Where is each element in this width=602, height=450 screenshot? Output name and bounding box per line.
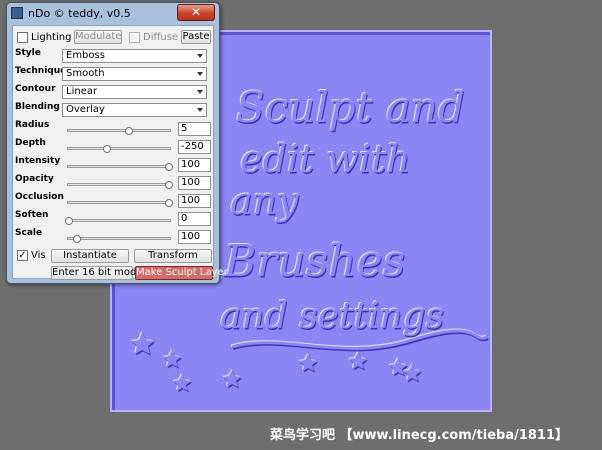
intensity-label: Intensity xyxy=(15,156,61,166)
soften-slider-thumb[interactable] xyxy=(65,217,73,225)
opacity-slider-track[interactable] xyxy=(67,183,171,186)
panel-body: Lighting Modulate Diffuse Paste Style Em… xyxy=(12,25,228,281)
blending-value: Overlay xyxy=(66,104,105,115)
checkmark-icon: ✓ xyxy=(18,250,27,261)
opacity-slider-row: Opacity 100 xyxy=(13,174,213,192)
vis-checkbox[interactable]: ✓ xyxy=(17,250,28,261)
title-bar[interactable]: nDo © teddy, v0.5 ✕ xyxy=(7,3,219,25)
radius-slider-thumb[interactable] xyxy=(125,127,133,135)
scale-input[interactable]: 100 xyxy=(178,230,211,244)
depth-input[interactable]: -250 xyxy=(178,140,211,154)
soften-input[interactable]: 0 xyxy=(178,212,211,226)
opacity-input[interactable]: 100 xyxy=(178,176,211,190)
scale-slider-row: Scale 100 xyxy=(13,228,213,246)
canvas-text-line: Sculpt and xyxy=(236,83,465,132)
soften-slider-row: Soften 0 xyxy=(13,210,213,228)
occlusion-label: Occlusion xyxy=(15,192,64,202)
soften-slider-track[interactable] xyxy=(67,219,171,222)
canvas-text-line: Brushes xyxy=(223,236,405,287)
style-label: Style xyxy=(15,48,41,58)
close-icon: ✕ xyxy=(190,5,202,19)
occlusion-input[interactable]: 100 xyxy=(178,194,211,208)
opacity-slider-thumb[interactable] xyxy=(165,181,173,189)
watermark-text: 菜鸟学习吧 【www.linecg.com/tieba/1811】 xyxy=(270,428,569,443)
chevron-down-icon xyxy=(197,54,203,58)
intensity-slider-row: Intensity 100 xyxy=(13,156,213,174)
occlusion-slider-row: Occlusion 100 xyxy=(13,192,213,210)
depth-label: Depth xyxy=(15,138,46,148)
soften-label: Soften xyxy=(15,210,49,220)
transform-button[interactable]: Transform xyxy=(134,249,212,263)
enter-16bit-button[interactable]: Enter 16 bit mode xyxy=(51,266,143,280)
modulate-button[interactable]: Modulate xyxy=(74,30,122,44)
contour-row: Contour Linear xyxy=(13,84,213,100)
technique-select[interactable]: Smooth xyxy=(62,67,207,81)
diffuse-checkbox[interactable] xyxy=(129,32,140,43)
blending-label: Blending xyxy=(15,102,60,112)
radius-label: Radius xyxy=(15,120,50,130)
paste-button[interactable]: Paste xyxy=(181,30,211,44)
depth-slider-row: Depth -250 xyxy=(13,138,213,156)
scale-slider-thumb[interactable] xyxy=(73,235,81,243)
style-select[interactable]: Emboss xyxy=(62,49,207,63)
contour-select[interactable]: Linear xyxy=(62,85,207,99)
scale-slider-track[interactable] xyxy=(67,237,171,240)
canvas-text-line: edit with xyxy=(240,137,411,181)
vis-row: ✓ Vis Instantiate Transform xyxy=(13,248,213,264)
technique-value: Smooth xyxy=(66,68,105,79)
chevron-down-icon xyxy=(197,90,203,94)
lighting-label: Lighting xyxy=(31,32,72,43)
intensity-input[interactable]: 100 xyxy=(178,158,211,172)
scale-label: Scale xyxy=(15,228,43,238)
canvas-text-line: any xyxy=(230,179,299,223)
depth-slider-track[interactable] xyxy=(67,147,171,150)
window-title: nDo © teddy, v0.5 xyxy=(28,7,131,20)
radius-slider-track[interactable] xyxy=(67,129,171,132)
occlusion-slider-track[interactable] xyxy=(67,201,171,204)
occlusion-slider-thumb[interactable] xyxy=(165,199,173,207)
instantiate-button[interactable]: Instantiate xyxy=(51,249,129,263)
radius-input[interactable]: 5 xyxy=(178,122,211,136)
depth-slider-thumb[interactable] xyxy=(103,145,111,153)
close-button[interactable]: ✕ xyxy=(177,4,215,21)
blending-row: Blending Overlay xyxy=(13,102,213,118)
technique-label: Technique xyxy=(15,66,67,76)
chevron-down-icon xyxy=(197,72,203,76)
style-row: Style Emboss xyxy=(13,48,213,64)
technique-row: Technique Smooth xyxy=(13,66,213,82)
intensity-slider-thumb[interactable] xyxy=(165,163,173,171)
lighting-checkbox[interactable] xyxy=(17,32,28,43)
style-value: Emboss xyxy=(66,50,105,61)
diffuse-label: Diffuse xyxy=(143,32,179,43)
blending-select[interactable]: Overlay xyxy=(62,103,207,117)
radius-slider-row: Radius 5 xyxy=(13,120,213,138)
app-icon xyxy=(11,7,23,19)
opacity-label: Opacity xyxy=(15,174,54,184)
contour-value: Linear xyxy=(66,86,98,97)
toggle-row: Lighting Modulate Diffuse Paste xyxy=(13,30,213,46)
canvas-text-line: and settings xyxy=(220,296,444,337)
ndo-plugin-window: nDo © teddy, v0.5 ✕ Lighting Modulate Di… xyxy=(6,2,228,284)
action-row: Enter 16 bit mode Make Sculpt Layer xyxy=(13,265,228,281)
contour-label: Contour xyxy=(15,84,56,94)
vis-label: Vis xyxy=(31,250,46,261)
intensity-slider-track[interactable] xyxy=(67,165,171,168)
make-sculpt-layer-button[interactable]: Make Sculpt Layer xyxy=(135,266,228,280)
chevron-down-icon xyxy=(197,108,203,112)
